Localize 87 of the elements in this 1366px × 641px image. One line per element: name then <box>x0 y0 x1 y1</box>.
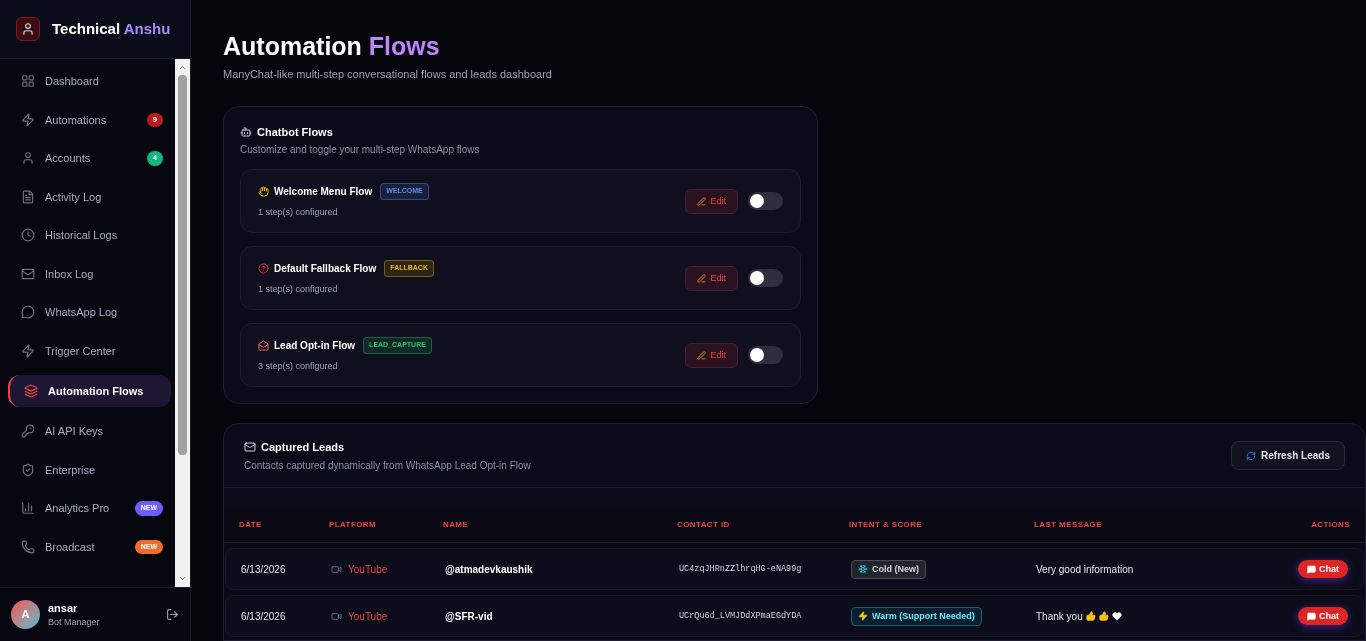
flow-steps: 1 step(s) configured <box>258 205 686 220</box>
refresh-button[interactable]: Refresh Leads <box>1231 441 1345 471</box>
mail-icon <box>21 266 35 281</box>
page-title: Automation Flows <box>223 31 441 62</box>
grid-icon <box>21 74 35 89</box>
column-header: CONTACT ID <box>677 518 731 531</box>
refresh-icon <box>1246 450 1257 461</box>
chat-icon <box>1307 611 1316 621</box>
envelope-icon <box>258 340 269 351</box>
pen-icon <box>697 196 707 206</box>
phone-icon <box>21 539 35 554</box>
logout-icon[interactable] <box>166 608 179 621</box>
name-cell-text: @SFR-vid <box>445 609 494 624</box>
contact-id-cell-text: UCrQu6d_LVMJDdXPmaEGdYDA <box>679 609 803 623</box>
edit-button[interactable]: Edit <box>685 188 738 214</box>
sidebar-item[interactable]: Inbox Log <box>8 259 171 288</box>
column-header: NAME <box>443 518 470 531</box>
robot-icon <box>240 126 252 138</box>
snowflake-icon <box>858 564 868 575</box>
heart-icon <box>1111 611 1122 622</box>
video-camera-icon <box>331 563 342 575</box>
layers-icon <box>24 384 38 398</box>
chat-button[interactable]: Chat <box>1298 560 1348 579</box>
clock-icon <box>21 228 35 243</box>
brand-name: Technical Anshu <box>52 18 171 39</box>
column-header: INTENT & SCORE <box>849 518 924 531</box>
envelope-icon <box>244 441 256 454</box>
lightning-icon <box>858 611 868 622</box>
video-camera-icon <box>331 610 342 622</box>
date-cell-text: 6/13/2026 <box>241 609 287 624</box>
chat-button[interactable]: Chat <box>1298 607 1348 626</box>
key-icon <box>21 424 35 439</box>
pen-icon <box>697 350 707 360</box>
hand-icon <box>258 186 269 197</box>
flow-name: Lead Opt-in Flow <box>274 339 356 353</box>
toggle-switch[interactable] <box>748 269 783 288</box>
chat-icon <box>1307 564 1316 574</box>
user-icon <box>21 151 35 166</box>
name-cell-text: @atmadevkaushik <box>445 562 534 577</box>
toggle-switch[interactable] <box>748 192 783 211</box>
thumbs-up-icon <box>1098 611 1109 622</box>
card-subtitle: Contacts captured dynamically from WhatsApp Lead Opt-in Flow <box>244 458 532 473</box>
document-icon <box>21 189 35 204</box>
user-name: ansar <box>48 600 79 616</box>
column-header: DATE <box>239 518 263 531</box>
card-subtitle: Customize and toggle your multi-step WhatsApp flows <box>240 143 481 158</box>
date-cell-text: 6/13/2026 <box>241 562 287 577</box>
flow-name: Default Fallback Flow <box>274 262 377 276</box>
column-header: PLATFORM <box>329 518 378 531</box>
card-title: Chatbot Flows <box>257 124 333 140</box>
page-subtitle: ManyChat-like multi-step conversational flows and leads dashboard <box>223 67 553 83</box>
user-role: Bot Manager <box>48 616 101 629</box>
logo-avatar <box>16 17 40 41</box>
user-avatar: A <box>11 600 40 629</box>
edit-button[interactable]: Edit <box>685 265 738 291</box>
lightning-icon <box>21 112 35 127</box>
toggle-switch[interactable] <box>748 346 783 365</box>
intent-badge: Cold (New) <box>851 559 926 579</box>
sidebar-item[interactable]: Enterprise <box>8 455 171 484</box>
edit-button[interactable]: Edit <box>685 342 738 368</box>
flow-name: Welcome Menu Flow <box>274 185 373 199</box>
lightning-icon <box>21 343 35 358</box>
column-header: LAST MESSAGE <box>1034 518 1103 531</box>
flow-steps: 3 step(s) configured <box>258 359 686 374</box>
column-header: ACTIONS <box>1310 518 1350 531</box>
sidebar-item[interactable]: Automation Flows <box>8 375 171 407</box>
platform-cell-text: YouTube <box>348 562 388 577</box>
sidebar-item[interactable]: Trigger Center <box>8 336 171 365</box>
sidebar-item[interactable]: WhatsApp Log <box>8 298 171 327</box>
pen-icon <box>697 273 707 283</box>
shield-icon <box>21 462 35 477</box>
thumbs-up-icon <box>1085 611 1096 622</box>
intent-badge: Warm (Support Needed) <box>851 606 982 626</box>
message-cell-text: Thank you <box>1036 609 1083 624</box>
sidebar-item[interactable]: Dashboard <box>8 67 171 96</box>
contact-id-cell-text: UC4zqJHRnZZlhrqHG-eNA99g <box>679 562 803 576</box>
sidebar-item[interactable]: AI API Keys <box>8 417 171 446</box>
sidebar-item[interactable]: Activity Log <box>8 182 171 211</box>
chat-bubble-icon <box>21 305 35 320</box>
platform-cell-text: YouTube <box>348 609 388 624</box>
scrollbar[interactable] <box>175 59 190 587</box>
question-icon <box>258 263 269 274</box>
sidebar-item[interactable]: Historical Logs <box>8 221 171 250</box>
bar-chart-icon <box>21 501 35 516</box>
flow-steps: 1 step(s) configured <box>258 282 686 297</box>
message-cell-text: Very good information <box>1036 562 1134 577</box>
card-title: Captured Leads <box>261 440 345 455</box>
